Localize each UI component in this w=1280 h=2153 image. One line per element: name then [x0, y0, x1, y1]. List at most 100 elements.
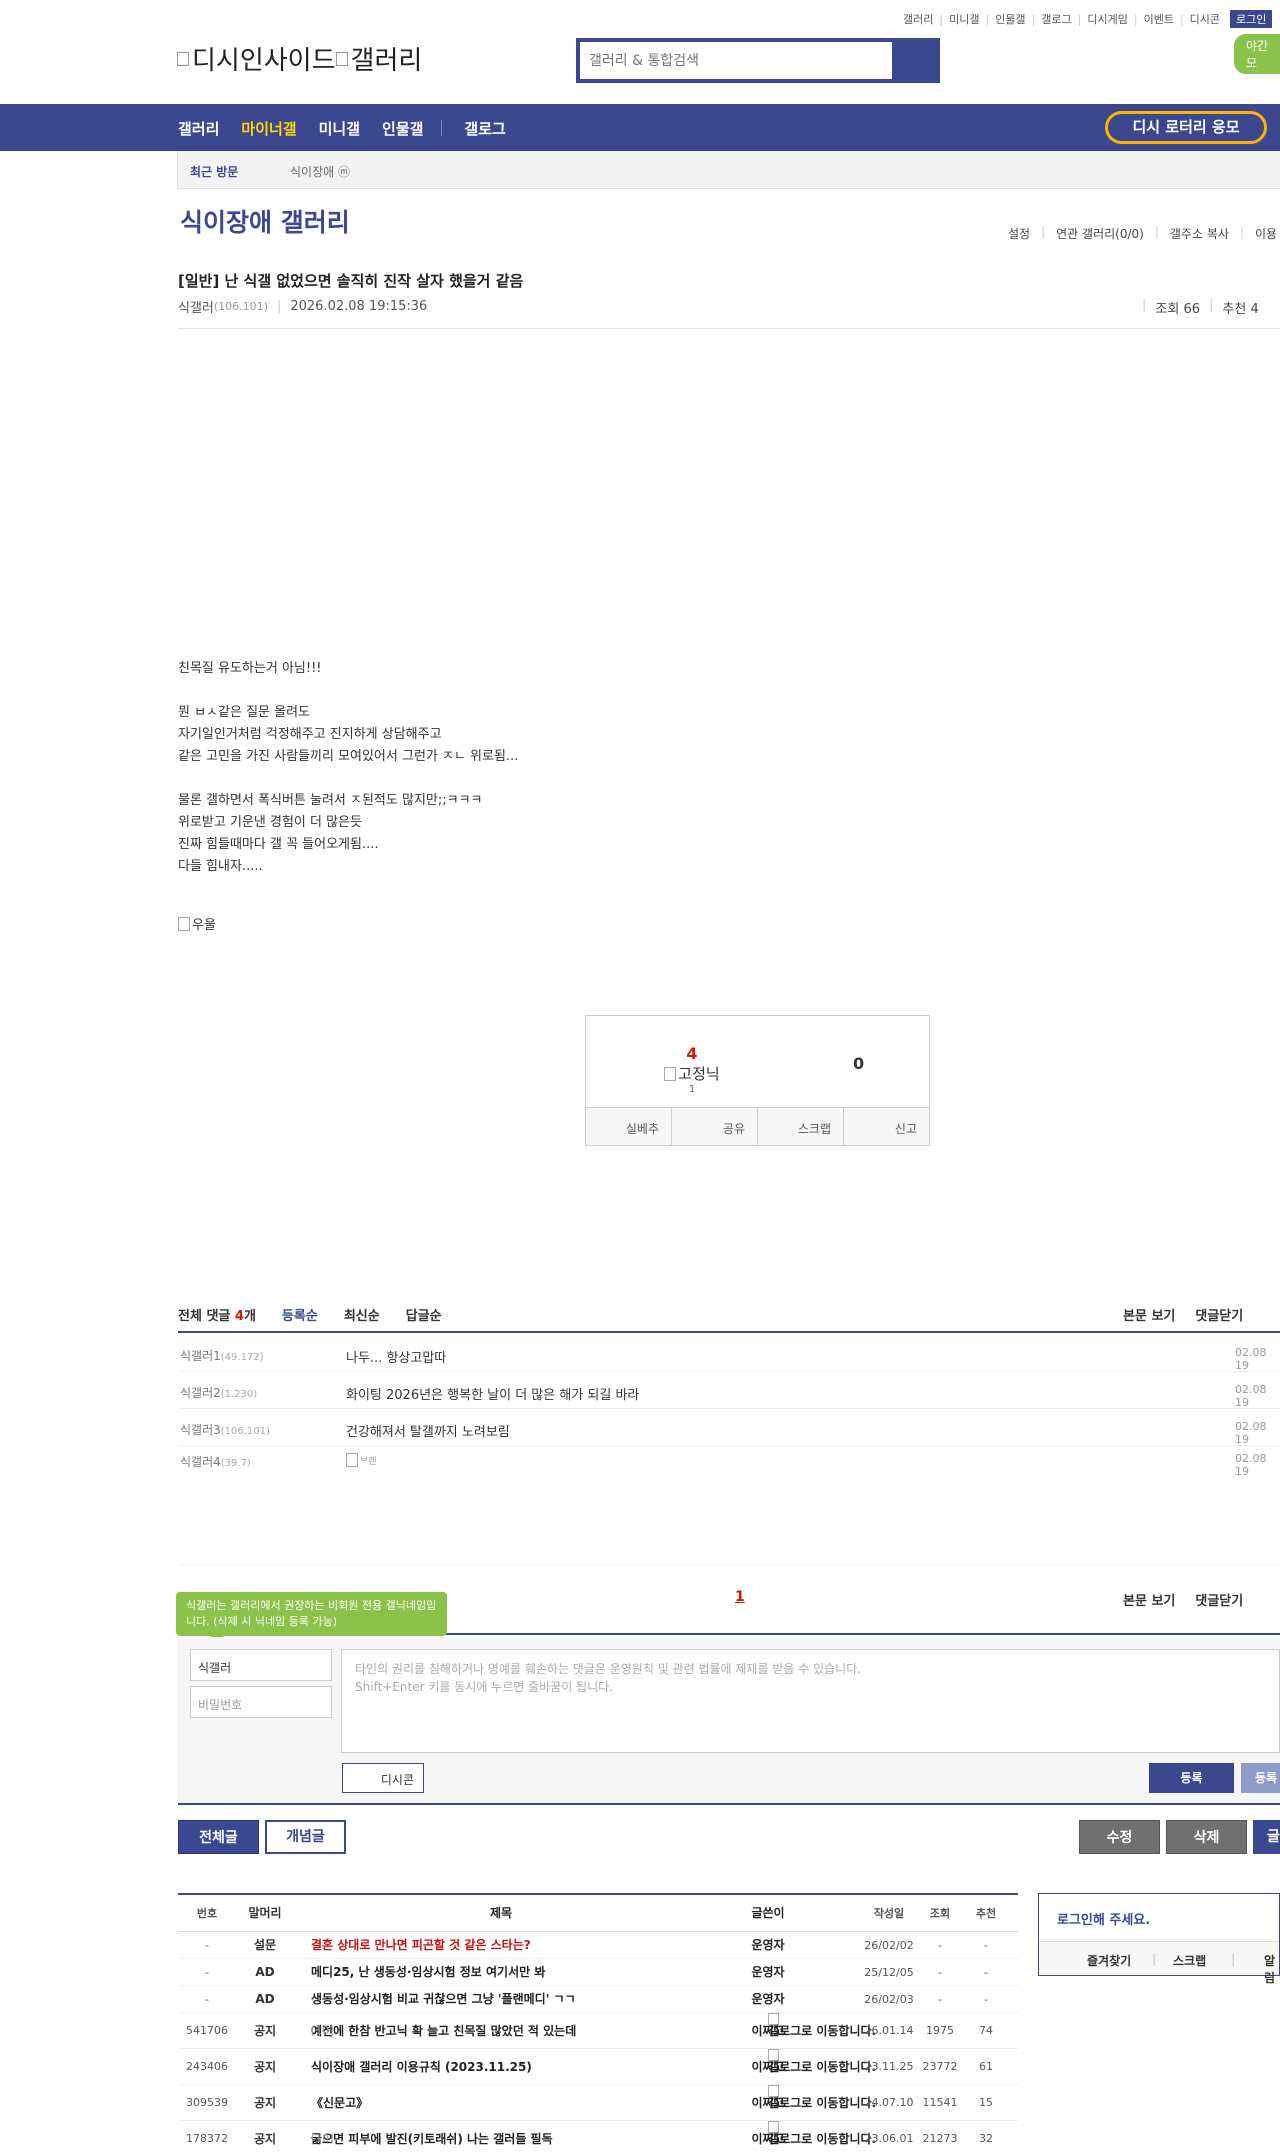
- post-recommend: -: [984, 1939, 988, 1952]
- gallery-copy-url[interactable]: 갤주소 복사: [1170, 225, 1229, 242]
- nickname-input[interactable]: 식갤러: [190, 1649, 332, 1681]
- post-date: 26/02/03: [864, 1993, 914, 2006]
- register-plus-button[interactable]: 등록: [1241, 1763, 1280, 1793]
- nav-divider: [441, 120, 443, 136]
- comment-text: 나두... 항상고맙따: [346, 1351, 447, 1366]
- broken-image-icon: [177, 51, 189, 66]
- body-line: 위로받고 기운낸 경험이 더 많은듯: [178, 815, 362, 830]
- body-line: 진짜 힘들때마다 갤 꼭 들어오게됨....: [178, 837, 379, 852]
- upvote-count: 4: [686, 1044, 698, 1063]
- silbe-button[interactable]: 실베추: [586, 1108, 672, 1145]
- util-menu: 갤러리 | 미니갤 | 인물갤 | 갤로그 | 디시게임 | 이벤트 | 디시콘 로그인: [903, 10, 1273, 28]
- util-gallog[interactable]: 갤로그: [1041, 11, 1071, 27]
- recent-item[interactable]: 식이장애 ⓜ: [290, 163, 350, 180]
- nav-mini[interactable]: 미니갤: [319, 118, 360, 139]
- recent-visit-bar: 최근 방문 식이장애 ⓜ: [177, 151, 1280, 189]
- nick-tooltip: 식갤러는 갤러리에서 권장하는 비회원 전용 갤닉네임입니다. (삭제 시 닉네…: [176, 1592, 447, 1643]
- close-comments-button-2[interactable]: 댓글닫기: [1195, 1590, 1243, 1609]
- broken-image-icon: [335, 51, 348, 66]
- post-views: -: [938, 1939, 942, 1952]
- upvote-button[interactable]: 4 고정닉 1: [656, 1044, 728, 1095]
- edit-button[interactable]: 수정: [1079, 1820, 1160, 1854]
- post-recommend: -: [984, 1966, 988, 1979]
- post-writer[interactable]: 이찌고 갤로그로 이동합니다.: [713, 2013, 876, 2038]
- view-body-button-2[interactable]: 본문 보기: [1123, 1590, 1175, 1609]
- scrap-button[interactable]: 스크랩: [758, 1108, 844, 1145]
- post-list: 번호 말머리 제목 글쓴이 작성일 조회 추천 - 설문 결혼 상대로 만나면 피곤…: [178, 1893, 1018, 2153]
- nav-person[interactable]: 인물갤: [382, 118, 423, 139]
- night-mode-button[interactable]: 야간 모: [1234, 34, 1280, 74]
- divider: [178, 328, 1280, 329]
- post-writer[interactable]: 운영자: [713, 1932, 823, 1959]
- search-button[interactable]: [892, 42, 936, 79]
- gallery-title[interactable]: 식이장애 갤러리: [180, 203, 350, 239]
- post-date: 23.11.25: [864, 2060, 914, 2073]
- share-button[interactable]: 공유: [672, 1108, 758, 1145]
- reply-count: [10]: [311, 2132, 334, 2145]
- register-button[interactable]: 등록: [1149, 1763, 1234, 1793]
- gallery-usage[interactable]: 이용: [1255, 225, 1277, 242]
- delete-button[interactable]: 삭제: [1166, 1820, 1247, 1854]
- nav-gallery[interactable]: 갤러리: [178, 118, 219, 139]
- post-recommend: 32: [979, 2132, 993, 2145]
- alarm-tab[interactable]: 알림: [1264, 1952, 1279, 1986]
- post-views: 11541: [922, 2096, 958, 2109]
- all-posts-button[interactable]: 전체글: [178, 1820, 259, 1854]
- lottery-button[interactable]: 디시 로터리 응모: [1105, 111, 1267, 144]
- downvote-count[interactable]: 0: [853, 1054, 864, 1073]
- util-dccon[interactable]: 디시콘: [1190, 11, 1220, 27]
- post-number: 541706: [186, 2024, 228, 2037]
- favorites-tab[interactable]: 즐겨찾기: [1087, 1952, 1131, 1969]
- post-number: -: [205, 1993, 209, 2006]
- list-row: 309539 공지 《신문고》 이찌고 갤로그로 이동합니다. 24.07.10 1154…: [178, 2085, 1018, 2121]
- report-button[interactable]: 신고: [844, 1108, 929, 1145]
- gallery-related[interactable]: 연관 갤러리(0/0): [1056, 225, 1144, 242]
- post-writer[interactable]: 운영자: [713, 1959, 823, 1986]
- util-event[interactable]: 이벤트: [1144, 11, 1174, 27]
- post-number: 243406: [186, 2060, 228, 2073]
- sort-latest[interactable]: 최신순: [344, 1305, 380, 1324]
- close-comments-button[interactable]: 댓글닫기: [1195, 1305, 1243, 1324]
- util-gallery[interactable]: 갤러리: [903, 11, 933, 27]
- util-game[interactable]: 디시게임: [1087, 11, 1127, 27]
- password-input[interactable]: 비밀번호: [190, 1686, 332, 1718]
- comment-row: 식갤러1(49.172) 나두... 항상고맙따 02.08 19: [178, 1335, 1280, 1372]
- concept-posts-button[interactable]: 개념글: [265, 1820, 346, 1854]
- view-body-button[interactable]: 본문 보기: [1123, 1305, 1175, 1324]
- comment-nick: 식갤러1(49.172): [180, 1349, 264, 1363]
- list-row: - AD 생동성·임상시험 비교 귀찮으면 그냥 '플랜메디' ㄱㄱ 운영자 26/0…: [178, 1986, 1018, 2013]
- login-prompt[interactable]: 로그인해 주세요.: [1057, 1909, 1150, 1928]
- nav-gallog[interactable]: 갤로그: [464, 118, 505, 139]
- search-input[interactable]: [580, 42, 892, 79]
- comment-row: 식갤러2(1.230) 화이팅 2026년은 행복한 날이 더 많은 해가 되길…: [178, 1372, 1280, 1409]
- comment-total: 전체 댓글 4개: [178, 1309, 256, 1324]
- post-writer[interactable]: 이찌고 갤로그로 이동합니다.: [713, 2085, 876, 2110]
- login-button[interactable]: 로그인: [1230, 10, 1273, 28]
- scrap-tab[interactable]: 스크랩: [1173, 1952, 1206, 1969]
- body-line: 다들 힘내자.....: [178, 859, 263, 874]
- post-writer[interactable]: 운영자: [713, 1986, 823, 2013]
- comment-header: 전체 댓글 4개 등록순 최신순 답글순 본문 보기 댓글닫기: [178, 1303, 1280, 1333]
- util-mini[interactable]: 미니갤: [949, 11, 979, 27]
- write-button[interactable]: 글: [1253, 1820, 1280, 1854]
- sort-replies[interactable]: 답글순: [406, 1305, 442, 1324]
- post-date: 26/02/02: [864, 1939, 914, 1952]
- post-number: -: [205, 1966, 209, 1979]
- list-header: 번호 말머리 제목 글쓴이 작성일 조회 추천: [178, 1895, 1018, 1932]
- post-number: -: [205, 1939, 209, 1952]
- logo-alt-text-2: 갤러리: [350, 46, 423, 76]
- sort-registered[interactable]: 등록순: [282, 1305, 318, 1324]
- list-row: - AD 메디25, 난 생동성·임상시험 정보 여기서만 봐 운영자 25/12/0…: [178, 1959, 1018, 1986]
- post-writer[interactable]: 이찌고 갤로그로 이동합니다.: [713, 2049, 876, 2074]
- dccon-button[interactable]: 디시콘: [342, 1763, 424, 1793]
- comment-page-1[interactable]: 1: [735, 1589, 745, 1605]
- gallery-setting[interactable]: 설정: [1008, 225, 1030, 242]
- util-person[interactable]: 인물갤: [995, 11, 1025, 27]
- broken-image-icon: [178, 916, 190, 931]
- post-date: 25/12/05: [864, 1966, 914, 1979]
- post-author[interactable]: 식갤러: [178, 297, 214, 316]
- post-writer[interactable]: 이찌고 갤로그로 이동합니다.: [713, 2121, 876, 2146]
- logo[interactable]: 디시인사이드 갤러리: [177, 40, 422, 77]
- nav-minor[interactable]: 마이너갤: [241, 118, 296, 139]
- comment-textarea[interactable]: 타인의 권리를 침해하거나 명예를 훼손하는 댓글은 운영원칙 및 관련 법률에…: [341, 1649, 1280, 1753]
